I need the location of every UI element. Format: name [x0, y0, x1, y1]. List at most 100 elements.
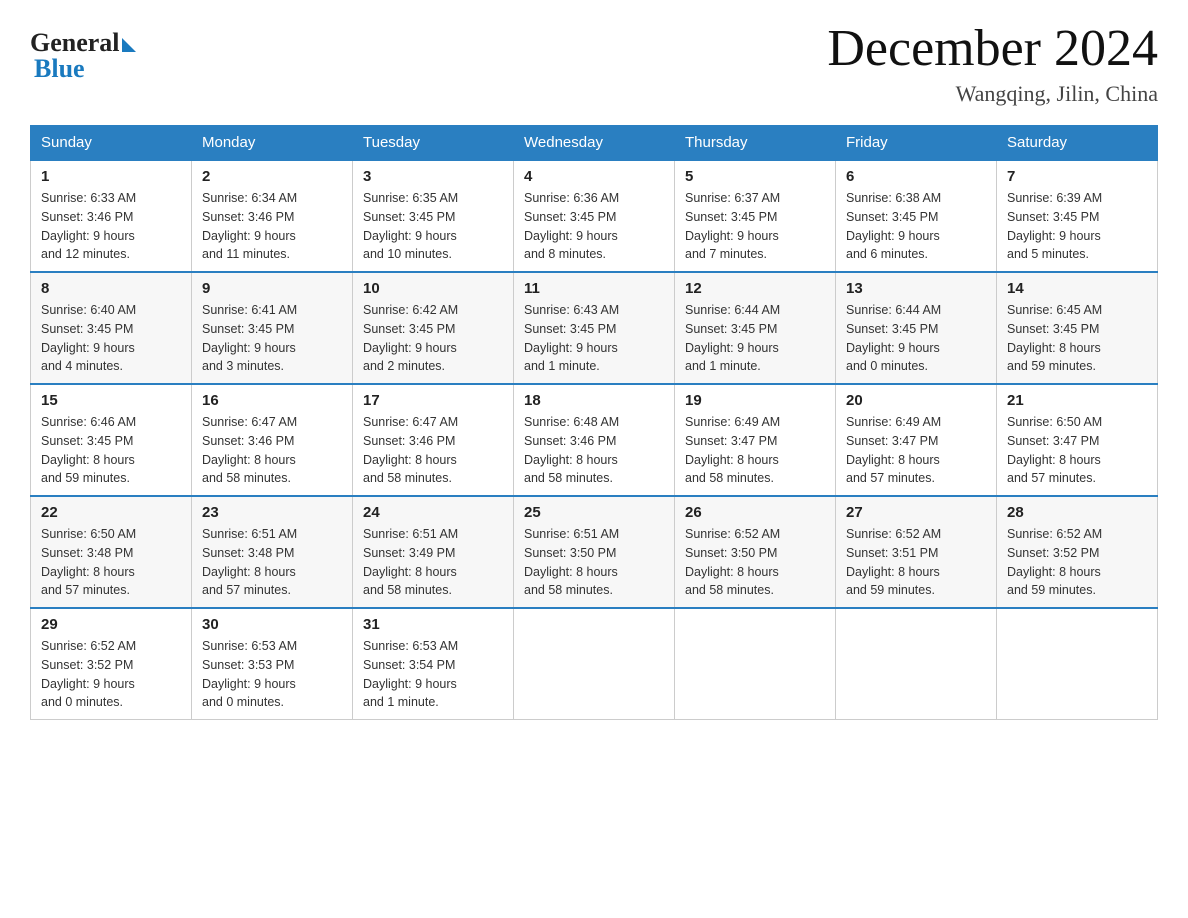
logo-blue-text: Blue — [30, 54, 136, 84]
header-thursday: Thursday — [675, 126, 836, 161]
calendar-cell: 7 Sunrise: 6:39 AMSunset: 3:45 PMDayligh… — [997, 160, 1158, 272]
day-number: 15 — [41, 392, 181, 409]
week-row-5: 29 Sunrise: 6:52 AMSunset: 3:52 PMDaylig… — [31, 608, 1158, 720]
header-saturday: Saturday — [997, 126, 1158, 161]
day-number: 20 — [846, 392, 986, 409]
day-info: Sunrise: 6:45 AMSunset: 3:45 PMDaylight:… — [1007, 301, 1147, 376]
day-info: Sunrise: 6:47 AMSunset: 3:46 PMDaylight:… — [202, 413, 342, 488]
header-sunday: Sunday — [31, 126, 192, 161]
day-info: Sunrise: 6:46 AMSunset: 3:45 PMDaylight:… — [41, 413, 181, 488]
day-info: Sunrise: 6:50 AMSunset: 3:47 PMDaylight:… — [1007, 413, 1147, 488]
day-info: Sunrise: 6:52 AMSunset: 3:51 PMDaylight:… — [846, 525, 986, 600]
week-row-2: 8 Sunrise: 6:40 AMSunset: 3:45 PMDayligh… — [31, 272, 1158, 384]
header-friday: Friday — [836, 126, 997, 161]
calendar-cell: 12 Sunrise: 6:44 AMSunset: 3:45 PMDaylig… — [675, 272, 836, 384]
calendar-table: Sunday Monday Tuesday Wednesday Thursday… — [30, 125, 1158, 720]
calendar-cell: 25 Sunrise: 6:51 AMSunset: 3:50 PMDaylig… — [514, 496, 675, 608]
calendar-cell: 2 Sunrise: 6:34 AMSunset: 3:46 PMDayligh… — [192, 160, 353, 272]
day-number: 6 — [846, 168, 986, 185]
calendar-cell — [675, 608, 836, 720]
calendar-cell: 16 Sunrise: 6:47 AMSunset: 3:46 PMDaylig… — [192, 384, 353, 496]
day-info: Sunrise: 6:52 AMSunset: 3:52 PMDaylight:… — [41, 637, 181, 712]
day-info: Sunrise: 6:49 AMSunset: 3:47 PMDaylight:… — [846, 413, 986, 488]
day-number: 2 — [202, 168, 342, 185]
day-number: 27 — [846, 504, 986, 521]
calendar-cell: 23 Sunrise: 6:51 AMSunset: 3:48 PMDaylig… — [192, 496, 353, 608]
day-info: Sunrise: 6:39 AMSunset: 3:45 PMDaylight:… — [1007, 189, 1147, 264]
day-number: 11 — [524, 280, 664, 297]
calendar-cell: 20 Sunrise: 6:49 AMSunset: 3:47 PMDaylig… — [836, 384, 997, 496]
day-info: Sunrise: 6:49 AMSunset: 3:47 PMDaylight:… — [685, 413, 825, 488]
calendar-cell: 1 Sunrise: 6:33 AMSunset: 3:46 PMDayligh… — [31, 160, 192, 272]
header-tuesday: Tuesday — [353, 126, 514, 161]
calendar-cell — [997, 608, 1158, 720]
day-number: 7 — [1007, 168, 1147, 185]
calendar-cell: 22 Sunrise: 6:50 AMSunset: 3:48 PMDaylig… — [31, 496, 192, 608]
day-info: Sunrise: 6:51 AMSunset: 3:50 PMDaylight:… — [524, 525, 664, 600]
day-number: 5 — [685, 168, 825, 185]
calendar-cell: 13 Sunrise: 6:44 AMSunset: 3:45 PMDaylig… — [836, 272, 997, 384]
day-info: Sunrise: 6:43 AMSunset: 3:45 PMDaylight:… — [524, 301, 664, 376]
location-title: Wangqing, Jilin, China — [827, 81, 1158, 107]
weekday-header-row: Sunday Monday Tuesday Wednesday Thursday… — [31, 126, 1158, 161]
header: General Blue December 2024 Wangqing, Jil… — [30, 20, 1158, 107]
day-number: 1 — [41, 168, 181, 185]
day-info: Sunrise: 6:52 AMSunset: 3:50 PMDaylight:… — [685, 525, 825, 600]
calendar-cell: 19 Sunrise: 6:49 AMSunset: 3:47 PMDaylig… — [675, 384, 836, 496]
week-row-3: 15 Sunrise: 6:46 AMSunset: 3:45 PMDaylig… — [31, 384, 1158, 496]
day-info: Sunrise: 6:35 AMSunset: 3:45 PMDaylight:… — [363, 189, 503, 264]
calendar-cell: 28 Sunrise: 6:52 AMSunset: 3:52 PMDaylig… — [997, 496, 1158, 608]
day-number: 16 — [202, 392, 342, 409]
calendar-cell: 29 Sunrise: 6:52 AMSunset: 3:52 PMDaylig… — [31, 608, 192, 720]
day-info: Sunrise: 6:40 AMSunset: 3:45 PMDaylight:… — [41, 301, 181, 376]
calendar-cell: 15 Sunrise: 6:46 AMSunset: 3:45 PMDaylig… — [31, 384, 192, 496]
day-number: 8 — [41, 280, 181, 297]
day-number: 3 — [363, 168, 503, 185]
week-row-4: 22 Sunrise: 6:50 AMSunset: 3:48 PMDaylig… — [31, 496, 1158, 608]
day-info: Sunrise: 6:41 AMSunset: 3:45 PMDaylight:… — [202, 301, 342, 376]
day-info: Sunrise: 6:47 AMSunset: 3:46 PMDaylight:… — [363, 413, 503, 488]
day-number: 19 — [685, 392, 825, 409]
day-number: 9 — [202, 280, 342, 297]
calendar-cell: 17 Sunrise: 6:47 AMSunset: 3:46 PMDaylig… — [353, 384, 514, 496]
logo-triangle-icon — [122, 38, 136, 52]
day-info: Sunrise: 6:50 AMSunset: 3:48 PMDaylight:… — [41, 525, 181, 600]
calendar-cell: 11 Sunrise: 6:43 AMSunset: 3:45 PMDaylig… — [514, 272, 675, 384]
calendar-cell: 10 Sunrise: 6:42 AMSunset: 3:45 PMDaylig… — [353, 272, 514, 384]
day-info: Sunrise: 6:36 AMSunset: 3:45 PMDaylight:… — [524, 189, 664, 264]
calendar-cell: 18 Sunrise: 6:48 AMSunset: 3:46 PMDaylig… — [514, 384, 675, 496]
day-number: 18 — [524, 392, 664, 409]
calendar-cell: 26 Sunrise: 6:52 AMSunset: 3:50 PMDaylig… — [675, 496, 836, 608]
day-number: 23 — [202, 504, 342, 521]
header-wednesday: Wednesday — [514, 126, 675, 161]
day-info: Sunrise: 6:34 AMSunset: 3:46 PMDaylight:… — [202, 189, 342, 264]
day-number: 29 — [41, 616, 181, 633]
day-number: 14 — [1007, 280, 1147, 297]
calendar-cell: 30 Sunrise: 6:53 AMSunset: 3:53 PMDaylig… — [192, 608, 353, 720]
day-info: Sunrise: 6:44 AMSunset: 3:45 PMDaylight:… — [685, 301, 825, 376]
day-number: 31 — [363, 616, 503, 633]
calendar-cell: 14 Sunrise: 6:45 AMSunset: 3:45 PMDaylig… — [997, 272, 1158, 384]
day-info: Sunrise: 6:37 AMSunset: 3:45 PMDaylight:… — [685, 189, 825, 264]
calendar-cell: 31 Sunrise: 6:53 AMSunset: 3:54 PMDaylig… — [353, 608, 514, 720]
day-number: 26 — [685, 504, 825, 521]
title-area: December 2024 Wangqing, Jilin, China — [827, 20, 1158, 107]
day-number: 25 — [524, 504, 664, 521]
calendar-cell: 8 Sunrise: 6:40 AMSunset: 3:45 PMDayligh… — [31, 272, 192, 384]
day-number: 17 — [363, 392, 503, 409]
calendar-cell: 3 Sunrise: 6:35 AMSunset: 3:45 PMDayligh… — [353, 160, 514, 272]
day-number: 13 — [846, 280, 986, 297]
logo: General Blue — [30, 28, 136, 84]
day-info: Sunrise: 6:33 AMSunset: 3:46 PMDaylight:… — [41, 189, 181, 264]
day-number: 28 — [1007, 504, 1147, 521]
calendar-cell: 5 Sunrise: 6:37 AMSunset: 3:45 PMDayligh… — [675, 160, 836, 272]
day-number: 30 — [202, 616, 342, 633]
day-info: Sunrise: 6:52 AMSunset: 3:52 PMDaylight:… — [1007, 525, 1147, 600]
calendar-cell: 27 Sunrise: 6:52 AMSunset: 3:51 PMDaylig… — [836, 496, 997, 608]
day-info: Sunrise: 6:38 AMSunset: 3:45 PMDaylight:… — [846, 189, 986, 264]
day-number: 22 — [41, 504, 181, 521]
calendar-cell: 6 Sunrise: 6:38 AMSunset: 3:45 PMDayligh… — [836, 160, 997, 272]
day-info: Sunrise: 6:51 AMSunset: 3:49 PMDaylight:… — [363, 525, 503, 600]
calendar-cell: 24 Sunrise: 6:51 AMSunset: 3:49 PMDaylig… — [353, 496, 514, 608]
day-info: Sunrise: 6:48 AMSunset: 3:46 PMDaylight:… — [524, 413, 664, 488]
